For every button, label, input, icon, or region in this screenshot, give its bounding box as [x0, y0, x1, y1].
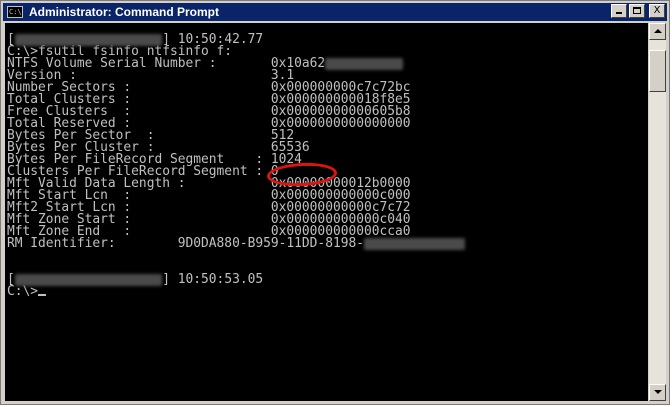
- close-button[interactable]: X: [649, 4, 665, 18]
- minimize-button[interactable]: [611, 4, 627, 18]
- redacted-text: PRIVATEMACHINE\user: [14, 274, 163, 286]
- scroll-up-arrow-icon: [654, 29, 662, 33]
- window-title: Administrator: Command Prompt: [29, 5, 220, 19]
- console-line: [PRIVATEMACHINE\user] 10:50:53.05: [7, 272, 465, 287]
- vertical-scrollbar[interactable]: [649, 23, 666, 401]
- maximize-button[interactable]: [629, 4, 645, 18]
- scroll-up-button[interactable]: [649, 23, 666, 40]
- scroll-down-button[interactable]: [649, 384, 666, 401]
- text-cursor: [38, 294, 47, 296]
- title-bar[interactable]: C:\ Administrator: Command Prompt X: [3, 3, 667, 21]
- scroll-down-arrow-icon: [654, 390, 662, 394]
- prompt-timestamp: ] 10:50:53.05: [162, 272, 264, 287]
- redacted-text: 0000000000000: [364, 238, 465, 250]
- console-line: [PRIVATEMACHINE\user] 10:50:42.77: [7, 33, 465, 46]
- terminal-text: [PRIVATEMACHINE\user] 10:50:42.77C:\>fsu…: [7, 33, 465, 298]
- maximize-icon: [633, 7, 641, 14]
- window-controls: X: [611, 4, 665, 18]
- close-icon: X: [653, 5, 661, 16]
- console-text: RM Identifier: 9D0DA880-B959-11DD-8198-: [7, 236, 364, 251]
- scrollbar-thumb[interactable]: [649, 50, 666, 92]
- console-line: RM Identifier: 9D0DA880-B959-11DD-8198-0…: [7, 236, 465, 251]
- minimize-icon: [616, 12, 622, 14]
- command-prompt-window: C:\ Administrator: Command Prompt X [PRI…: [0, 0, 670, 405]
- console-line: C:\>: [7, 285, 465, 298]
- redacted-text: bb5a62bda8: [325, 58, 403, 70]
- redacted-text: PRIVATEMACHINE\user: [14, 34, 163, 46]
- cmd-icon[interactable]: C:\: [7, 6, 23, 18]
- console-output-area[interactable]: [PRIVATEMACHINE\user] 10:50:42.77C:\>fsu…: [5, 23, 648, 401]
